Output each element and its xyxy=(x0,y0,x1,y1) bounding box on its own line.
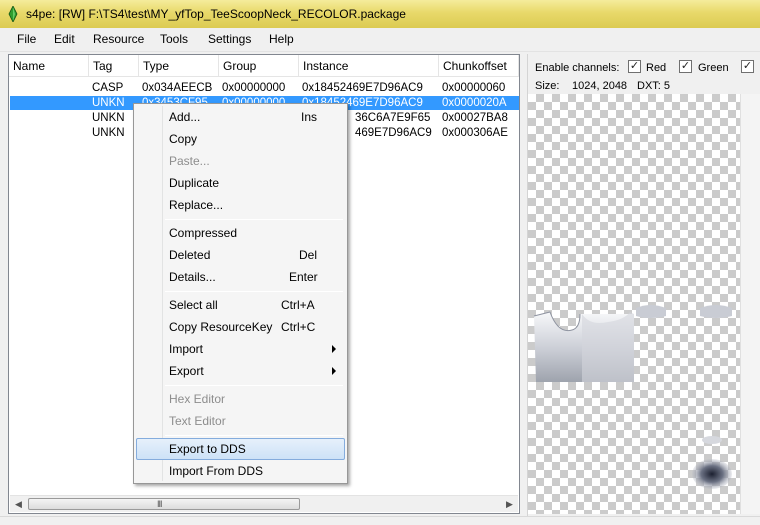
grip-icon: III xyxy=(157,499,162,509)
menu-separator xyxy=(165,385,343,386)
menu-item-text-editor[interactable]: Text Editor xyxy=(136,410,345,432)
menu-item-label: Hex Editor xyxy=(169,392,226,406)
menu-item-label: Select all xyxy=(169,298,218,312)
cell-group: 0x00000000 xyxy=(222,82,286,94)
cell-instance: 36C6A7E9F65 xyxy=(355,112,431,124)
cell-tag: UNKN xyxy=(92,112,125,124)
menu-settings[interactable]: Settings xyxy=(206,32,253,46)
menu-item-select-all[interactable]: Select all Ctrl+A xyxy=(136,294,345,316)
table-row[interactable]: CASP 0x034AEECB 0x00000000 0x18452469E7D… xyxy=(10,81,519,95)
s4pe-app-icon xyxy=(8,6,18,22)
column-header-type[interactable]: Type xyxy=(139,55,219,77)
menu-item-hex-editor[interactable]: Hex Editor xyxy=(136,388,345,410)
column-header-tag[interactable]: Tag xyxy=(89,55,139,77)
menu-edit[interactable]: Edit xyxy=(52,32,77,46)
menu-item-shortcut: Ctrl+A xyxy=(281,298,315,312)
texture-preview[interactable] xyxy=(528,94,740,514)
menu-item-shortcut: Del xyxy=(299,248,318,262)
submenu-arrow-icon xyxy=(332,367,336,375)
preview-vertical-scrollbar[interactable] xyxy=(740,94,760,514)
menu-file[interactable]: File xyxy=(15,32,38,46)
menu-item-export-to-dds[interactable]: Export to DDS xyxy=(136,438,345,460)
menu-item-label: Export xyxy=(169,364,204,378)
menu-item-paste[interactable]: Paste... xyxy=(136,150,345,172)
horizontal-scrollbar[interactable]: ◀ III ▶ xyxy=(10,495,518,512)
menu-item-import[interactable]: Import xyxy=(136,338,345,360)
context-menu: Add... Ins Copy Paste... Duplicate Repla… xyxy=(133,103,348,484)
enable-channels-label: Enable channels: xyxy=(535,62,620,74)
menu-item-label: Import From DDS xyxy=(169,464,264,478)
size-value: 1024, 2048 xyxy=(572,80,628,92)
menu-item-export[interactable]: Export xyxy=(136,360,345,382)
cell-instance: 0x18452469E7D96AC9 xyxy=(302,82,423,94)
menu-resource[interactable]: Resource xyxy=(91,32,146,46)
menu-item-compressed[interactable]: Compressed xyxy=(136,222,345,244)
menu-item-import-from-dds[interactable]: Import From DDS xyxy=(136,460,345,482)
menu-help[interactable]: Help xyxy=(267,32,296,46)
channel-red-label: Red xyxy=(646,62,667,74)
menu-item-label: Add... xyxy=(169,110,201,124)
status-bar xyxy=(0,516,760,525)
menu-item-shortcut: Enter xyxy=(289,270,318,284)
menu-bar: File Edit Resource Tools Settings Help xyxy=(0,28,760,52)
cell-tag: UNKN xyxy=(92,97,125,109)
column-header-group[interactable]: Group xyxy=(219,55,299,77)
cell-tag: UNKN xyxy=(92,127,125,139)
menu-item-label: Paste... xyxy=(169,154,210,168)
cell-chunkoffset: 0x0000020A xyxy=(442,97,507,109)
menu-separator xyxy=(165,435,343,436)
column-header-chunkoffset[interactable]: Chunkoffset xyxy=(439,55,519,77)
cell-tag: CASP xyxy=(92,82,124,94)
menu-item-label: Details... xyxy=(169,270,216,284)
channel-blue-checkbox[interactable]: ✓ xyxy=(741,60,754,73)
channel-green-label: Green xyxy=(698,62,729,74)
menu-separator xyxy=(165,219,343,220)
menu-item-copy[interactable]: Copy xyxy=(136,128,345,150)
cell-chunkoffset: 0x000306AE xyxy=(442,127,508,139)
menu-item-label: Compressed xyxy=(169,226,238,240)
menu-item-label: Export to DDS xyxy=(169,442,246,456)
title-bar[interactable]: s4pe: [RW] F:\TS4\test\MY_yfTop_TeeScoop… xyxy=(0,0,760,28)
menu-item-label: Replace... xyxy=(169,198,224,212)
scroll-left-icon[interactable]: ◀ xyxy=(10,496,27,512)
column-header-name[interactable]: Name xyxy=(9,55,89,77)
menu-item-label: Copy xyxy=(169,132,198,146)
submenu-arrow-icon xyxy=(332,345,336,353)
column-header-instance[interactable]: Instance xyxy=(299,55,439,77)
menu-item-details[interactable]: Details... Enter xyxy=(136,266,345,288)
scroll-right-icon[interactable]: ▶ xyxy=(501,496,518,512)
menu-item-shortcut: Ins xyxy=(301,110,318,124)
size-label: Size: xyxy=(535,80,560,92)
menu-item-shortcut: Ctrl+C xyxy=(281,320,316,334)
menu-item-add[interactable]: Add... Ins xyxy=(136,106,345,128)
cell-chunkoffset: 0x00027BA8 xyxy=(442,112,508,124)
menu-item-copy-resourcekey[interactable]: Copy ResourceKey Ctrl+C xyxy=(136,316,345,338)
menu-item-label: Deleted xyxy=(169,248,211,262)
cell-type: 0x034AEECB xyxy=(142,82,213,94)
menu-item-label: Duplicate xyxy=(169,176,220,190)
scroll-thumb[interactable]: III xyxy=(28,498,300,510)
menu-item-replace[interactable]: Replace... xyxy=(136,194,345,216)
window-title: s4pe: [RW] F:\TS4\test\MY_yfTop_TeeScoop… xyxy=(26,7,406,21)
menu-item-duplicate[interactable]: Duplicate xyxy=(136,172,345,194)
channel-red-checkbox[interactable]: ✓ xyxy=(628,60,641,73)
menu-item-deleted[interactable]: Deleted Del xyxy=(136,244,345,266)
menu-tools[interactable]: Tools xyxy=(158,32,190,46)
menu-item-label: Text Editor xyxy=(169,414,226,428)
channel-green-checkbox[interactable]: ✓ xyxy=(679,60,692,73)
texture-image xyxy=(533,305,732,489)
cell-chunkoffset: 0x00000060 xyxy=(442,82,506,94)
dxt-label: DXT: 5 xyxy=(637,80,671,92)
menu-item-label: Import xyxy=(169,342,204,356)
cell-instance: 469E7D96AC9 xyxy=(355,127,432,139)
menu-separator xyxy=(165,291,343,292)
menu-item-label: Copy ResourceKey xyxy=(169,320,273,334)
